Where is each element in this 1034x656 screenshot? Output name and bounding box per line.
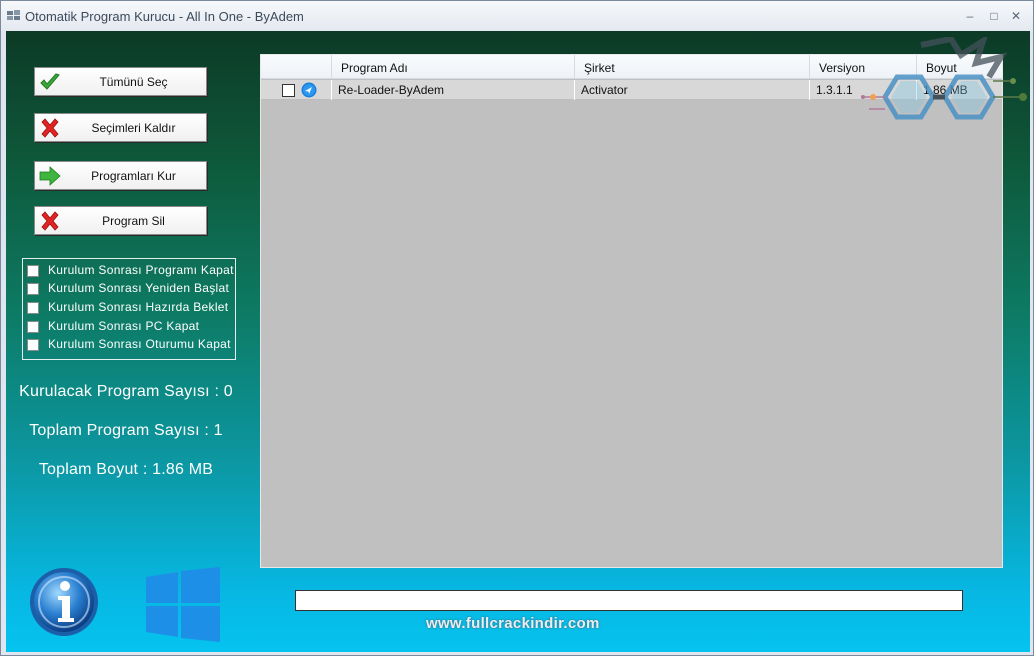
- main-panel: Tümünü Seç Seçimleri Kaldır Programları …: [6, 31, 1030, 652]
- hexagon-logo: [861, 37, 1027, 120]
- windows-logo-icon[interactable]: [146, 567, 220, 642]
- post-install-options: Kurulum Sonrası Programı Kapat Kurulum S…: [22, 258, 236, 360]
- column-header-company[interactable]: Şirket: [575, 55, 810, 79]
- row-name-cell: Re-Loader-ByAdem: [332, 80, 575, 100]
- green-arrow-icon: [39, 166, 61, 186]
- option-checkbox[interactable]: [27, 302, 39, 314]
- column-header-label: Versiyon: [819, 61, 866, 75]
- program-company: Activator: [581, 83, 628, 97]
- row-checkbox[interactable]: [282, 84, 295, 97]
- watermark-text: www.fullcrackindir.com: [426, 615, 600, 632]
- option-checkbox[interactable]: [27, 339, 39, 351]
- row-select-cell: [261, 80, 332, 100]
- app-window: Otomatik Program Kurucu - All In One - B…: [0, 0, 1034, 656]
- window-title: Otomatik Program Kurucu - All In One - B…: [25, 9, 304, 24]
- option-label: Kurulum Sonrası PC Kapat: [48, 319, 200, 333]
- title-bar[interactable]: Otomatik Program Kurucu - All In One - B…: [1, 1, 1033, 31]
- column-header-name[interactable]: Program Adı: [332, 55, 575, 79]
- program-name: Re-Loader-ByAdem: [338, 83, 445, 97]
- total-programs-label: Toplam Program Sayısı : 1: [29, 422, 223, 439]
- program-list[interactable]: Program Adı Şirket Versiyon Boyut Re-Loa…: [260, 54, 1003, 568]
- option-label: Kurulum Sonrası Hazırda Beklet: [48, 300, 229, 314]
- column-header-select[interactable]: [261, 55, 332, 79]
- option-checkbox[interactable]: [27, 283, 39, 295]
- red-x-icon: [41, 118, 59, 138]
- program-icon: [301, 82, 317, 98]
- total-size-label: Toplam Boyut : 1.86 MB: [38, 461, 214, 478]
- minimize-button[interactable]: –: [961, 7, 979, 25]
- option-checkbox[interactable]: [27, 265, 39, 277]
- option-label: Kurulum Sonrası Yeniden Başlat: [48, 281, 230, 295]
- deselect-all-label: Seçimleri Kaldır: [91, 121, 176, 135]
- delete-program-button[interactable]: Program Sil: [34, 206, 207, 235]
- column-header-label: Program Adı: [341, 61, 408, 75]
- install-programs-label: Programları Kur: [91, 169, 176, 183]
- select-all-label: Tümünü Seç: [99, 75, 168, 89]
- red-x-icon: [41, 211, 59, 231]
- select-all-button[interactable]: Tümünü Seç: [34, 67, 207, 96]
- row-company-cell: Activator: [575, 80, 810, 100]
- deselect-all-button[interactable]: Seçimleri Kaldır: [34, 113, 207, 142]
- option-label: Kurulum Sonrası Oturumu Kapat: [48, 337, 231, 351]
- close-button[interactable]: ✕: [1007, 7, 1025, 25]
- install-count-label: Kurulacak Program Sayısı : 0: [19, 383, 233, 400]
- option-checkbox[interactable]: [27, 321, 39, 333]
- app-icon: [7, 10, 20, 20]
- column-header-label: Şirket: [584, 61, 615, 75]
- checkmark-icon: [40, 73, 60, 90]
- program-version: 1.3.1.1: [816, 83, 853, 97]
- delete-program-label: Program Sil: [102, 214, 165, 228]
- install-programs-button[interactable]: Programları Kur: [34, 161, 207, 190]
- info-icon[interactable]: [28, 566, 100, 638]
- option-label: Kurulum Sonrası Programı Kapat: [48, 263, 234, 277]
- install-progress-bar: [295, 590, 963, 611]
- maximize-button[interactable]: □: [985, 7, 1003, 25]
